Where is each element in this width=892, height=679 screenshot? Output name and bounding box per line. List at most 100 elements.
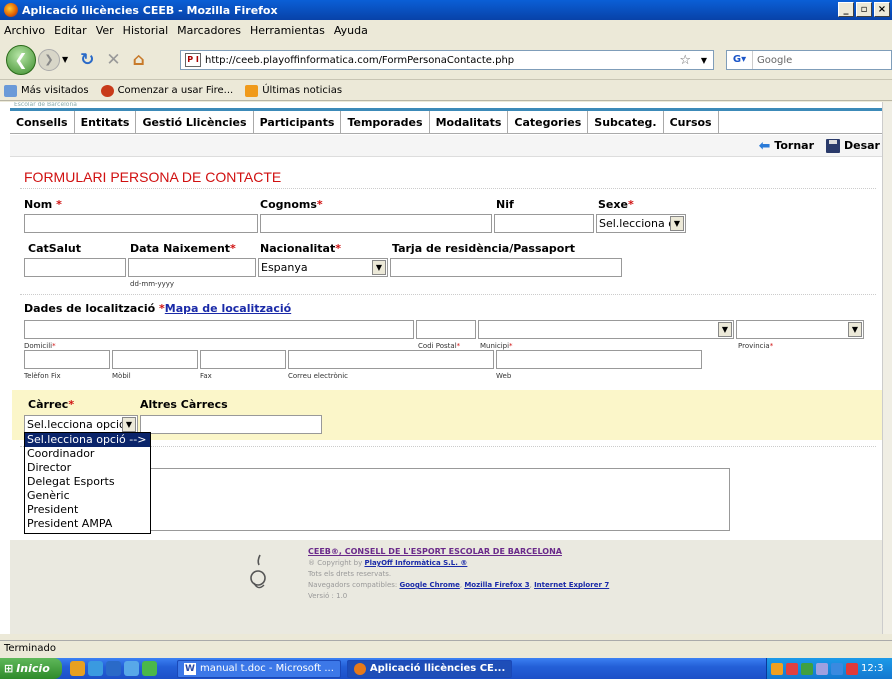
nom-input[interactable] — [24, 214, 258, 233]
menu-ver[interactable]: Ver — [96, 24, 114, 37]
nacionalitat-select[interactable]: Espanya ▼ — [258, 258, 388, 277]
url-text[interactable]: http://ceeb.playoffinformatica.com/FormP… — [205, 55, 514, 66]
carrec-option[interactable]: Director — [25, 461, 150, 475]
home-icon[interactable]: ⌂ — [133, 50, 145, 70]
quicklaunch-icon[interactable] — [70, 661, 85, 676]
stop-icon[interactable]: ✕ — [106, 50, 120, 70]
menu-herramientas[interactable]: Herramientas — [250, 24, 325, 37]
provincia-select[interactable]: ▼ — [736, 320, 864, 339]
sexe-select[interactable]: Sel.lecciona o ▼ — [596, 214, 686, 233]
domicili-input[interactable] — [24, 320, 414, 339]
maximize-button[interactable]: ▫ — [856, 2, 872, 17]
close-button[interactable]: × — [874, 2, 890, 17]
firefox-icon — [4, 3, 18, 17]
vertical-scrollbar[interactable] — [882, 102, 892, 634]
codi-postal-input[interactable] — [416, 320, 476, 339]
browser-ie-link[interactable]: Internet Explorer 7 — [534, 581, 609, 589]
chevron-down-icon: ▼ — [122, 417, 136, 432]
url-bar[interactable]: P I http://ceeb.playoffinformatica.com/F… — [180, 50, 714, 70]
date-format-hint: dd-mm-yyyy — [130, 280, 175, 288]
carrec-option[interactable]: Sel.lecciona opció --> — [25, 433, 150, 447]
history-dropdown-icon[interactable]: ▼ — [62, 55, 68, 64]
mapa-localitzacio-link[interactable]: Mapa de localització — [165, 302, 291, 315]
chevron-down-icon: ▼ — [670, 216, 684, 231]
menu-marcadores[interactable]: Marcadores — [177, 24, 241, 37]
nif-input[interactable] — [494, 214, 594, 233]
folder-icon — [4, 84, 17, 97]
web-label: Web — [496, 372, 512, 380]
menu-bar: Archivo Editar Ver Historial Marcadores … — [0, 20, 892, 40]
sexe-label: Sexe* — [598, 198, 634, 211]
observacions-textarea[interactable] — [130, 468, 730, 531]
tab-cursos[interactable]: Cursos — [664, 111, 719, 133]
back-button[interactable]: ❮ — [6, 44, 36, 75]
web-input[interactable] — [496, 350, 702, 369]
tab-gestio-llicencies[interactable]: Gestió Llicències — [136, 111, 254, 133]
chevron-down-icon: ▼ — [848, 322, 862, 337]
minimize-button[interactable]: _ — [838, 2, 854, 17]
mobil-input[interactable] — [112, 350, 198, 369]
tab-subcateg[interactable]: Subcateg. — [588, 111, 664, 133]
divider — [20, 188, 876, 189]
desar-button[interactable]: Desar — [826, 138, 880, 153]
bookmark-star-icon[interactable]: ☆ — [679, 53, 691, 68]
menu-archivo[interactable]: Archivo — [4, 24, 45, 37]
cognoms-input[interactable] — [260, 214, 492, 233]
browser-firefox-link[interactable]: Mozilla Firefox 3 — [464, 581, 529, 589]
taskbar-word-window[interactable]: W manual t.doc - Microsoft ... — [177, 659, 341, 678]
bookmark-ultimas-noticias[interactable]: Últimas noticias — [245, 84, 342, 97]
google-engine-icon[interactable]: G▾ — [727, 51, 753, 69]
carrec-option[interactable]: President — [25, 503, 150, 517]
tornar-button[interactable]: ⬅ Tornar — [759, 138, 814, 154]
tarja-input[interactable] — [390, 258, 622, 277]
firefox-bookmark-icon — [100, 84, 114, 97]
window-titlebar: Aplicació llicències CEEB - Mozilla Fire… — [0, 0, 892, 20]
bookmark-comenzar[interactable]: Comenzar a usar Fire... — [100, 84, 233, 97]
chevron-down-icon: ▼ — [372, 260, 386, 275]
telefon-input[interactable] — [24, 350, 110, 369]
tab-categories[interactable]: Categories — [508, 111, 589, 133]
playoff-link[interactable]: PlayOff Informàtica S.L. ® — [364, 559, 467, 567]
reload-icon[interactable]: ↻ — [80, 50, 94, 70]
correu-input[interactable] — [288, 350, 494, 369]
tray-icon[interactable] — [771, 662, 783, 675]
footer-org-link[interactable]: CEEB®, CONSELL DE L'ESPORT ESCOLAR DE BA… — [308, 547, 562, 556]
menu-editar[interactable]: Editar — [54, 24, 87, 37]
altres-carrecs-input[interactable] — [140, 415, 322, 434]
data-naixement-input[interactable] — [128, 258, 256, 277]
fax-input[interactable] — [200, 350, 286, 369]
taskbar-firefox-window[interactable]: Aplicació llicències CE... — [346, 659, 513, 678]
tab-consells[interactable]: Consells — [10, 111, 75, 133]
carrec-option[interactable]: Genèric — [25, 489, 150, 503]
tray-icon[interactable] — [786, 662, 798, 675]
catsalut-input[interactable] — [24, 258, 126, 277]
carrec-option[interactable]: Coordinador — [25, 447, 150, 461]
tray-icon[interactable] — [846, 662, 858, 675]
quicklaunch-icon[interactable] — [88, 661, 103, 676]
tab-entitats[interactable]: Entitats — [75, 111, 137, 133]
menu-ayuda[interactable]: Ayuda — [334, 24, 368, 37]
carrec-option[interactable]: Delegat Esports — [25, 475, 150, 489]
tray-icon[interactable] — [816, 662, 828, 675]
site-favicon-icon: P I — [185, 53, 201, 67]
quicklaunch-icon[interactable] — [142, 661, 157, 676]
start-button[interactable]: ⊞ Inicio — [0, 658, 62, 679]
carrec-option[interactable]: President AMPA — [25, 517, 150, 531]
firefox-icon — [353, 662, 366, 675]
tray-icon[interactable] — [831, 662, 843, 675]
ie-icon[interactable] — [124, 661, 139, 676]
search-box[interactable]: G▾ Google — [726, 50, 892, 70]
quicklaunch-icon[interactable] — [106, 661, 121, 676]
browser-chrome-link[interactable]: Google Chrome — [400, 581, 460, 589]
tab-temporades[interactable]: Temporades — [341, 111, 430, 133]
tab-modalitats[interactable]: Modalitats — [430, 111, 509, 133]
tray-icon[interactable] — [801, 662, 813, 675]
bookmark-mas-visitados[interactable]: Más visitados — [4, 84, 89, 97]
menu-historial[interactable]: Historial — [123, 24, 168, 37]
nif-label: Nif — [496, 198, 514, 211]
url-dropdown-icon[interactable]: ▼ — [701, 56, 707, 65]
forward-button[interactable]: ❯ — [38, 48, 60, 71]
tab-participants[interactable]: Participants — [254, 111, 342, 133]
municipi-select[interactable]: ▼ — [478, 320, 734, 339]
action-bar: ⬅ Tornar Desar — [10, 135, 882, 157]
